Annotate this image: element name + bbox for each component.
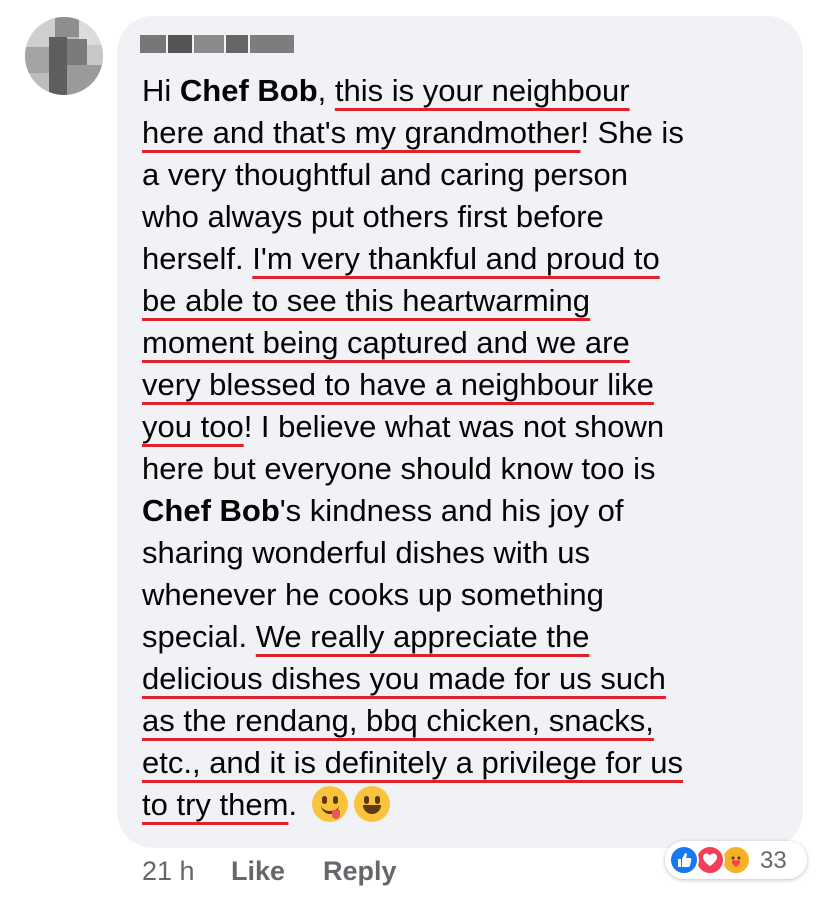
comment-line: sharing wonderful dishes with us [142,532,792,574]
comment-text-segment: sharing wonderful dishes with us [142,535,591,570]
comment-line: who always put others first before [142,196,792,238]
underlined-text: very blessed to have a neighbour like [142,367,654,402]
underlined-text: delicious dishes you made for us such [142,661,666,696]
comment-text: Hi Chef Bob, this is your neighbour here … [142,70,792,826]
comment-text-segment: special. [142,619,256,654]
comment-line: as the rendang, bbq chicken, snacks, [142,700,792,742]
mentioned-name: Chef Bob [179,73,318,108]
reaction-count: 33 [760,847,787,874]
comment-line: herself. I'm very thankful and proud to [142,238,792,280]
face-savoring-food-emoji [311,786,348,822]
comment-line: Hi Chef Bob, this is your neighbour [142,70,792,112]
love-reaction-icon [695,845,725,875]
mentioned-name: Chef Bob [142,493,280,528]
comment-line: special. We really appreciate the [142,616,792,658]
underlined-text: etc., and it is definitely a privilege f… [142,745,684,780]
underlined-text: We really appreciate the [255,619,590,654]
commenter-name-redacted[interactable] [140,35,294,53]
comment-text-segment: Hi [142,73,180,108]
comment-line: Chef Bob's kindness and his joy of [142,490,792,532]
reaction-summary[interactable]: 33 [665,841,807,879]
underlined-text: to try them [142,787,289,822]
comment-line: to try them. [142,784,792,826]
comment-text-segment: a very thoughtful and caring person [142,157,628,192]
comment-text-segment: whenever he cooks up something [142,577,604,612]
comment-text-segment: herself. [142,241,253,276]
comment-timestamp[interactable]: 21 h [142,856,195,887]
comment-text-segment: who always put others first before [142,199,604,234]
comment-text-segment: , [317,73,335,108]
comment-text-segment: . [288,787,306,822]
comment-line: be able to see this heartwarming [142,280,792,322]
grinning-face-emoji [353,786,390,822]
comment-line: you too! I believe what was not shown [142,406,792,448]
comment-line: delicious dishes you made for us such [142,658,792,700]
comment-text-segment: 's kindness and his joy of [279,493,624,528]
comment-line: a very thoughtful and caring person [142,154,792,196]
like-button[interactable]: Like [231,856,285,887]
comment-text-segment: here but everyone should know too is [142,451,656,486]
underlined-text: here and that's my grandmother [142,115,581,150]
commenter-avatar[interactable] [25,17,103,95]
comment-text-segment: ! She is [580,115,684,150]
underlined-text: I'm very thankful and proud to [252,241,660,276]
comment-line: here and that's my grandmother! She is [142,112,792,154]
comment-text-segment: ! I believe what was not shown [243,409,665,444]
underlined-text: this is your neighbour [334,73,630,108]
reply-button[interactable]: Reply [323,856,397,887]
comment-line: moment being captured and we are [142,322,792,364]
care-reaction-icon [721,845,751,875]
comment-line: very blessed to have a neighbour like [142,364,792,406]
comment-line: whenever he cooks up something [142,574,792,616]
comment-line: etc., and it is definitely a privilege f… [142,742,792,784]
comment-line: here but everyone should know too is [142,448,792,490]
underlined-text: moment being captured and we are [142,325,630,360]
like-reaction-icon [669,845,699,875]
underlined-text: as the rendang, bbq chicken, snacks, [142,703,654,738]
underlined-text: you too [142,409,244,444]
underlined-text: be able to see this heartwarming [142,283,591,318]
